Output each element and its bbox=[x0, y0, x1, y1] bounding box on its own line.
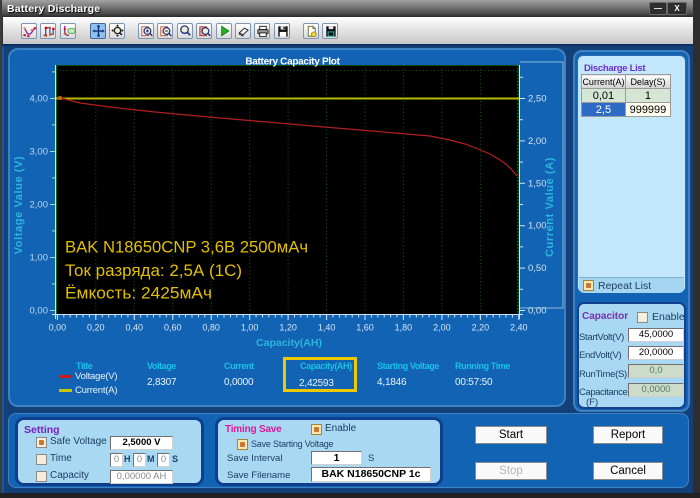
svg-text:Voltage Value (V): Voltage Value (V) bbox=[13, 156, 25, 255]
svg-text:1,20: 1,20 bbox=[279, 323, 297, 333]
svg-text:1,80: 1,80 bbox=[395, 323, 413, 333]
svg-text:Capacity(AH): Capacity(AH) bbox=[256, 337, 322, 349]
svg-text:1,00: 1,00 bbox=[30, 253, 49, 264]
svg-text:Battery Capacity Plot: Battery Capacity Plot bbox=[245, 57, 340, 68]
svg-text:3,00: 3,00 bbox=[30, 147, 49, 158]
svg-text:0,50: 0,50 bbox=[528, 263, 547, 274]
svg-text:0,60: 0,60 bbox=[164, 323, 182, 333]
svg-text:2,40: 2,40 bbox=[510, 323, 528, 333]
svg-text:0,80: 0,80 bbox=[202, 323, 220, 333]
svg-text:2,00: 2,00 bbox=[528, 136, 547, 147]
svg-text:BAK N18650CNP 3,6В 2500мАч: BAK N18650CNP 3,6В 2500мАч bbox=[65, 239, 308, 257]
svg-text:1,00: 1,00 bbox=[241, 323, 259, 333]
svg-text:0,20: 0,20 bbox=[87, 323, 105, 333]
svg-text:0,00: 0,00 bbox=[528, 306, 547, 317]
svg-text:0,00: 0,00 bbox=[49, 323, 67, 333]
svg-text:Ток разряда: 2,5А (1С): Ток разряда: 2,5А (1С) bbox=[65, 262, 242, 280]
svg-text:Current Value (A): Current Value (A) bbox=[544, 157, 556, 257]
svg-text:2,50: 2,50 bbox=[528, 94, 547, 105]
svg-text:2,20: 2,20 bbox=[472, 323, 490, 333]
svg-text:1,60: 1,60 bbox=[356, 323, 374, 333]
svg-text:0,40: 0,40 bbox=[126, 323, 144, 333]
svg-text:1,40: 1,40 bbox=[318, 323, 336, 333]
svg-text:Ёмкость: 2425мАч: Ёмкость: 2425мАч bbox=[65, 285, 212, 303]
svg-text:2,00: 2,00 bbox=[433, 323, 451, 333]
svg-text:0,00: 0,00 bbox=[30, 306, 49, 317]
svg-text:2,00: 2,00 bbox=[30, 200, 49, 211]
svg-text:4,00: 4,00 bbox=[30, 94, 49, 105]
